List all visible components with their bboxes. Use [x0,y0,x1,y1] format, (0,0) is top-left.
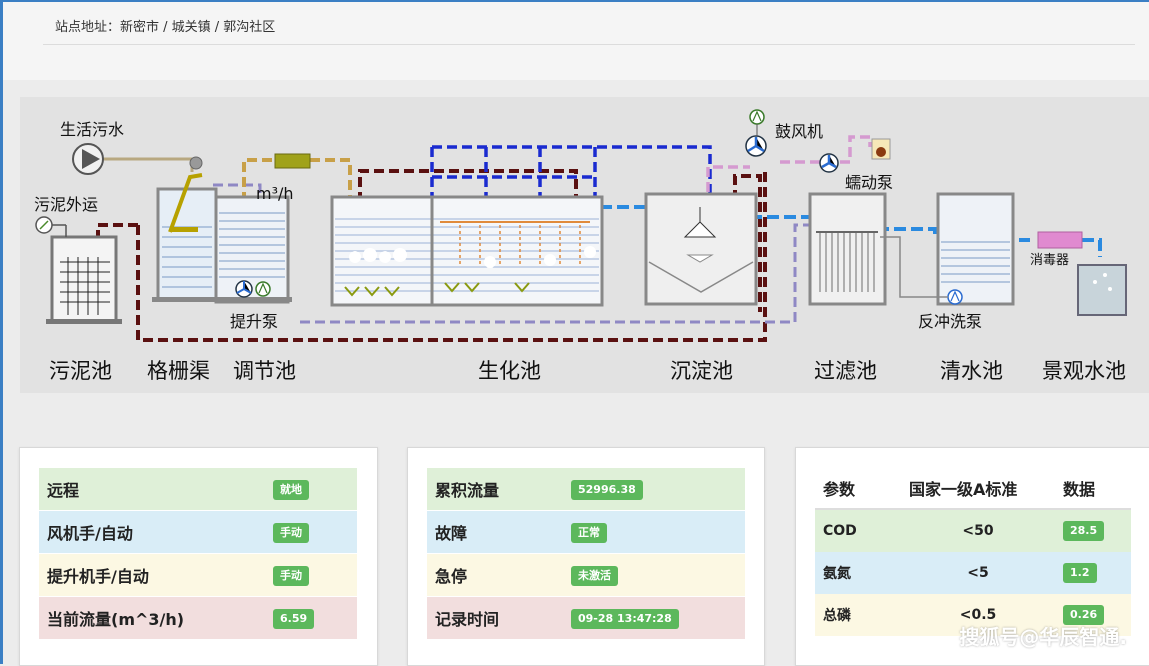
flow-meter-icon [274,153,311,169]
sludge-out-label: 污泥外运 [34,195,98,214]
table-row: 氨氮 <5 1.2 [815,552,1131,594]
table-row: COD <50 28.5 [815,509,1131,552]
info-badge: 09-28 13:47:28 [571,609,679,629]
watermark: 搜狐号@华辰智通. [959,625,1127,649]
param-standard: <5 [901,552,1055,594]
biochemical-tank [330,195,604,307]
disinfector-label: 消毒器 [1030,253,1069,268]
status-panel: 远程 就地 风机手/自动 手动 提升机手/自动 手动 当前流量(m^3/h) 6… [19,447,378,666]
status-label: 远程 [39,468,265,511]
table-row: 急停 未激活 [427,553,745,597]
table-row: 累积流量 52996.38 [427,468,745,511]
left-accent-bar [0,0,3,664]
table-row: 故障 正常 [427,510,745,554]
table-header-row: 参数 国家一级A标准 数据 [815,468,1131,510]
info-panel: 累积流量 52996.38 故障 正常 急停 未激活 记录时间 09-28 13… [407,447,765,666]
flow-unit-label: m³/h [256,184,294,203]
peristaltic-pump-label: 蠕动泵 [845,173,893,192]
table-row: 远程 就地 [39,468,357,511]
param-standard: <50 [901,509,1055,552]
param-name: COD [815,509,901,552]
info-label: 累积流量 [427,468,563,511]
sludge-tank [46,235,122,324]
table-row: 记录时间 09-28 13:47:28 [427,596,745,640]
disinfector-icon [1037,231,1083,249]
stage-label-landscape-pool: 景观水池 [1042,359,1126,383]
status-badge: 手动 [273,566,309,586]
table-row: 提升机手/自动 手动 [39,553,357,597]
inlet-pump-icon [72,143,104,175]
inlet-label: 生活污水 [60,120,124,139]
stage-label-clean-water-tank: 清水池 [940,359,1003,383]
inlet-pipe [98,157,194,172]
process-diagram-svg: m³/h 鼓风机 蠕动泵 反冲洗泵 消毒器 生活污水 污泥外运 提升泵 污泥池 … [34,109,1127,383]
sedimentation-tank [644,192,758,306]
info-label: 急停 [427,553,563,597]
backwash-pump-label: 反冲洗泵 [918,312,982,331]
header-divider [43,44,1135,45]
column-header-param: 参数 [815,468,901,510]
info-badge: 正常 [571,523,607,543]
grid-channel [156,156,218,301]
status-label: 当前流量(m^3/h) [39,596,265,640]
status-badge: 就地 [273,480,309,500]
stage-label-sludge-tank: 污泥池 [49,359,112,383]
param-value-badge: 1.2 [1063,563,1097,583]
stage-label-regulation-tank: 调节池 [233,359,296,383]
site-address: 站点地址：新密市 / 城关镇 / 郭沟社区 [55,20,276,35]
status-badge: 手动 [273,523,309,543]
param-name: 氨氮 [815,552,901,594]
stage-label-sedimentation-tank: 沉淀池 [670,359,733,383]
clean-water-tank [880,192,1015,306]
param-value-badge: 28.5 [1063,521,1105,541]
stage-label-filter-tank: 过滤池 [814,359,877,383]
status-badge: 6.59 [273,609,315,629]
info-label: 故障 [427,510,563,554]
status-label: 风机手/自动 [39,510,265,554]
sludge-gauge-icon [35,216,67,237]
blower-icon [745,109,767,157]
stage-label-biochemical-tank: 生化池 [478,359,541,383]
blower-label: 鼓风机 [775,122,823,141]
info-badge: 未激活 [571,566,618,586]
page-header: 站点地址：新密市 / 城关镇 / 郭沟社区 [3,2,1149,80]
info-label: 记录时间 [427,596,563,640]
table-row: 风机手/自动 手动 [39,510,357,554]
column-header-value: 数据 [1055,468,1131,510]
parameter-table: 参数 国家一级A标准 数据 COD <50 28.5 氨氮 <5 1.2 总磷 … [815,468,1131,636]
filter-tank [808,192,887,306]
lift-pump-label: 提升泵 [230,312,278,331]
stage-label-grid-channel: 格栅渠 [147,359,210,383]
status-table: 远程 就地 风机手/自动 手动 提升机手/自动 手动 当前流量(m^3/h) 6… [39,468,357,640]
status-label: 提升机手/自动 [39,553,265,597]
info-table: 累积流量 52996.38 故障 正常 急停 未激活 记录时间 09-28 13… [427,468,745,640]
process-diagram: m³/h 鼓风机 蠕动泵 反冲洗泵 消毒器 生活污水 污泥外运 提升泵 污泥池 … [20,97,1149,393]
landscape-pool [1077,264,1127,316]
table-row: 当前流量(m^3/h) 6.59 [39,596,357,640]
info-badge: 52996.38 [571,480,643,500]
peristaltic-pump-icon [819,138,891,173]
param-name: 总磷 [815,594,901,636]
column-header-standard: 国家一级A标准 [901,468,1055,510]
